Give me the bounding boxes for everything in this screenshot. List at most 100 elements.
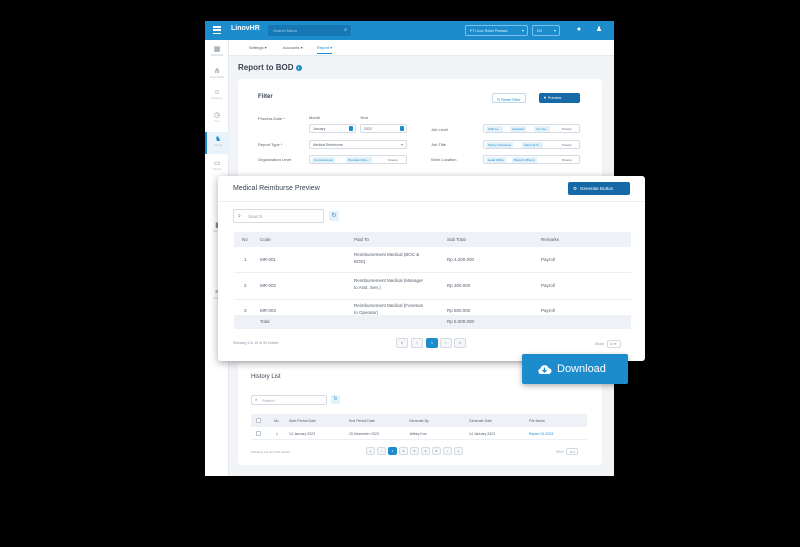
report-type-value: Medical Reimburse: [313, 143, 343, 147]
month-label: Month: [309, 115, 321, 120]
download-button[interactable]: Download: [522, 354, 628, 384]
column-header: Start Period Date: [289, 419, 316, 423]
work-location-label: Work Location: [431, 157, 457, 162]
brand-logo: LinovHR: [231, 25, 260, 32]
row-checkbox[interactable]: [256, 431, 261, 436]
company-select[interactable]: PT Linov Roket Prestasi ▾: [465, 25, 528, 36]
search-icon: ⌕: [344, 27, 347, 33]
page-prev-button[interactable]: ‹: [377, 447, 386, 455]
page-button[interactable]: 3: [410, 447, 419, 455]
sidebar-item-dashboard[interactable]: ▦ Dashboard: [205, 42, 229, 62]
column-header: No: [242, 237, 248, 242]
preview-table-header: No Code Paid To Sub Total Remarks: [234, 232, 631, 247]
org-level-more: 6 items: [388, 158, 398, 162]
row-no: 2: [244, 283, 247, 288]
page-first-button[interactable]: «: [396, 338, 408, 348]
sidebar-item-time[interactable]: ◷ Time: [205, 108, 229, 128]
show-select-box[interactable]: 10 ▾: [606, 340, 621, 348]
generate-button-label: Generate Button: [580, 186, 614, 191]
history-refresh-button[interactable]: ↻: [331, 395, 340, 404]
menu-icon[interactable]: [213, 26, 221, 34]
row-no: 1: [244, 257, 247, 262]
report-type-select[interactable]: Medical Reimburse ▾: [309, 140, 407, 149]
time-icon: ◷: [213, 112, 221, 119]
org-level-select[interactable]: Commissioner President Dire... 6 items: [309, 155, 407, 164]
show-select-box[interactable]: 10 ▾: [566, 448, 579, 455]
job-level-chip: Assistant: [510, 126, 527, 132]
sub-navigation: Settings ▾ Accounts ▾ Report ▾: [229, 40, 614, 56]
sidebar-item-benefit[interactable]: ▭ Benefit: [205, 156, 229, 176]
sidebar-item-organization[interactable]: ⋔ Organization: [205, 64, 229, 84]
file-link[interactable]: Report 01-2023: [529, 431, 553, 437]
page-first-button[interactable]: «: [366, 447, 375, 455]
org-level-chip: President Dire...: [346, 157, 372, 163]
filter-card: Filter ↻ Reset Filter ▼ Preview Process …: [238, 79, 602, 179]
tab-label: Settings: [249, 45, 264, 50]
preview-button[interactable]: ▼ Preview: [539, 93, 580, 103]
page-button[interactable]: 1: [388, 447, 397, 455]
sidebar-item-label: Payroll: [214, 144, 222, 147]
chevron-down-icon: ▾: [521, 28, 524, 33]
total-row: Total Rp 5.000.000: [234, 315, 631, 329]
row-remarks: Payroll: [541, 283, 555, 288]
history-table-header: No. Start Period Date End Period Date Ge…: [251, 414, 587, 427]
modal-refresh-button[interactable]: ↻: [329, 211, 339, 221]
top-bar: LinovHR Search Menu ⌕ PT Linov Roket Pre…: [205, 21, 614, 40]
page-button[interactable]: 5: [432, 447, 441, 455]
modal-show-select[interactable]: Show 10 ▾: [595, 340, 621, 348]
global-search-input[interactable]: Search Menu ⌕: [268, 25, 351, 36]
info-icon[interactable]: i: [295, 64, 302, 71]
history-show-select[interactable]: Show 10 ▾: [556, 448, 579, 455]
year-input[interactable]: 2023: [360, 124, 407, 133]
page-button[interactable]: 1: [426, 338, 438, 348]
user-icon[interactable]: ♟: [594, 25, 604, 35]
org-level-chip: Commissioner: [312, 157, 336, 163]
row-paid-to: Reimbursement Medical (Manager: [354, 278, 424, 283]
job-title-select[interactable]: Pantry Outsource Admin & O... 5 items: [483, 140, 580, 149]
history-showing-text: Showing 1 to 14 of 40 entries: [251, 450, 290, 454]
language-select[interactable]: EN ▾: [532, 25, 560, 36]
job-title-chip: Pantry Outsource: [486, 142, 514, 148]
history-search-placeholder: Search: [262, 398, 275, 403]
search-icon: ⌕: [238, 213, 241, 219]
row-no: 3: [244, 308, 247, 313]
job-level-chip: Staff Le...: [486, 126, 503, 132]
select-all-checkbox[interactable]: [256, 418, 261, 423]
tab-settings[interactable]: Settings ▾: [249, 45, 267, 50]
modal-showing-text: Showing 1 to 10 of 40 entries: [233, 341, 279, 345]
calendar-icon: [349, 126, 353, 131]
modal-search-input[interactable]: ⌕ Search: [233, 209, 324, 223]
reset-filter-button[interactable]: ↻ Reset Filter: [492, 93, 526, 103]
sidebar-item-employee[interactable]: ☺ Employee: [205, 86, 229, 106]
column-header: Code: [260, 237, 271, 242]
page-next-button[interactable]: ›: [440, 338, 452, 348]
money-icon: ▭: [213, 160, 221, 167]
page-button[interactable]: 2: [399, 447, 408, 455]
job-level-select[interactable]: Staff Le... Assistant Jun Ne... 8 items: [483, 124, 580, 133]
tab-accounts[interactable]: Accounts ▾: [283, 45, 303, 50]
tab-report[interactable]: Report ▾: [317, 45, 333, 54]
row-subtotal: Rp 500.000: [447, 308, 471, 313]
page-button[interactable]: 4: [421, 447, 430, 455]
chat-icon[interactable]: ●: [574, 25, 584, 35]
work-location-select[interactable]: Head Office Branch Office A 8 items: [483, 155, 580, 164]
history-title: History List: [251, 374, 281, 380]
page-last-button[interactable]: »: [454, 338, 466, 348]
month-value: January: [313, 127, 326, 131]
report-type-label: Report Type *: [258, 142, 283, 147]
tab-label: Accounts: [283, 45, 300, 50]
month-input[interactable]: January: [309, 124, 356, 133]
page-next-button[interactable]: ›: [443, 447, 452, 455]
modal-title: Medical Reimburse Preview: [233, 185, 320, 192]
job-title-more: 5 items: [562, 143, 572, 147]
year-label: Year: [360, 115, 369, 120]
row-no: 1: [276, 432, 278, 436]
row-subtotal: Rp 4.200.000: [447, 257, 475, 262]
sidebar-item-payroll[interactable]: ♞ Payroll: [205, 132, 229, 154]
table-row: 1 14 January 2023 15 Desember 2023 Jeffr…: [251, 427, 587, 440]
history-search-input[interactable]: ⌕ Search: [251, 395, 327, 405]
page-last-button[interactable]: »: [454, 447, 463, 455]
generate-button[interactable]: ⚙ Generate Button: [568, 182, 630, 195]
total-label: Total: [260, 319, 270, 324]
page-prev-button[interactable]: ‹: [411, 338, 423, 348]
